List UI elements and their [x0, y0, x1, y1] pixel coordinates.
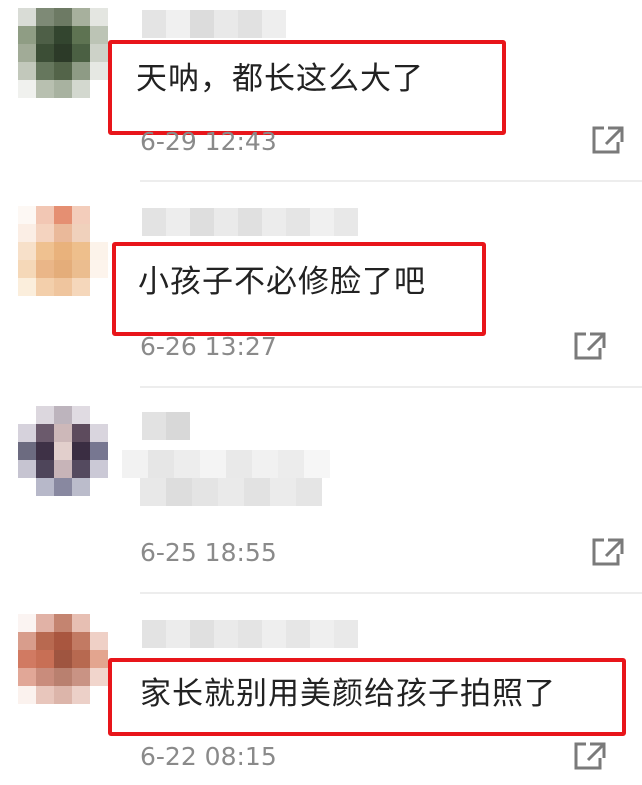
avatar[interactable]: [18, 206, 108, 296]
timestamp: 6-25 18:55: [140, 538, 277, 567]
comment-item: 天呐，都长这么大了 6-29 12:43: [0, 0, 642, 180]
timestamp: 6-29 12:43: [140, 127, 277, 156]
avatar[interactable]: [18, 8, 108, 98]
comment-text: 小孩子不必修脸了吧: [138, 264, 426, 300]
username-blurred[interactable]: [142, 10, 286, 38]
share-external-icon[interactable]: [570, 738, 610, 774]
comment-item: 家长就别用美颜给孩子拍照了 6-22 08:15: [0, 594, 642, 785]
share-external-icon[interactable]: [588, 534, 628, 570]
username-blurred[interactable]: [142, 208, 358, 236]
comment-text-blurred: [122, 450, 330, 478]
timestamp: 6-22 08:15: [140, 742, 277, 771]
comment-text: 家长就别用美颜给孩子拍照了: [140, 676, 556, 712]
timestamp: 6-26 13:27: [140, 332, 277, 361]
avatar[interactable]: [18, 406, 108, 496]
comment-item: 小孩子不必修脸了吧 6-26 13:27: [0, 182, 642, 388]
comment-text: 天呐，都长这么大了: [136, 61, 424, 97]
username-blurred[interactable]: [142, 412, 190, 440]
username-blurred[interactable]: [142, 620, 358, 648]
share-external-icon[interactable]: [570, 328, 610, 364]
avatar[interactable]: [18, 614, 108, 704]
comment-text-blurred: [140, 478, 322, 506]
share-external-icon[interactable]: [588, 122, 628, 158]
comment-item: 6-25 18:55: [0, 388, 642, 594]
